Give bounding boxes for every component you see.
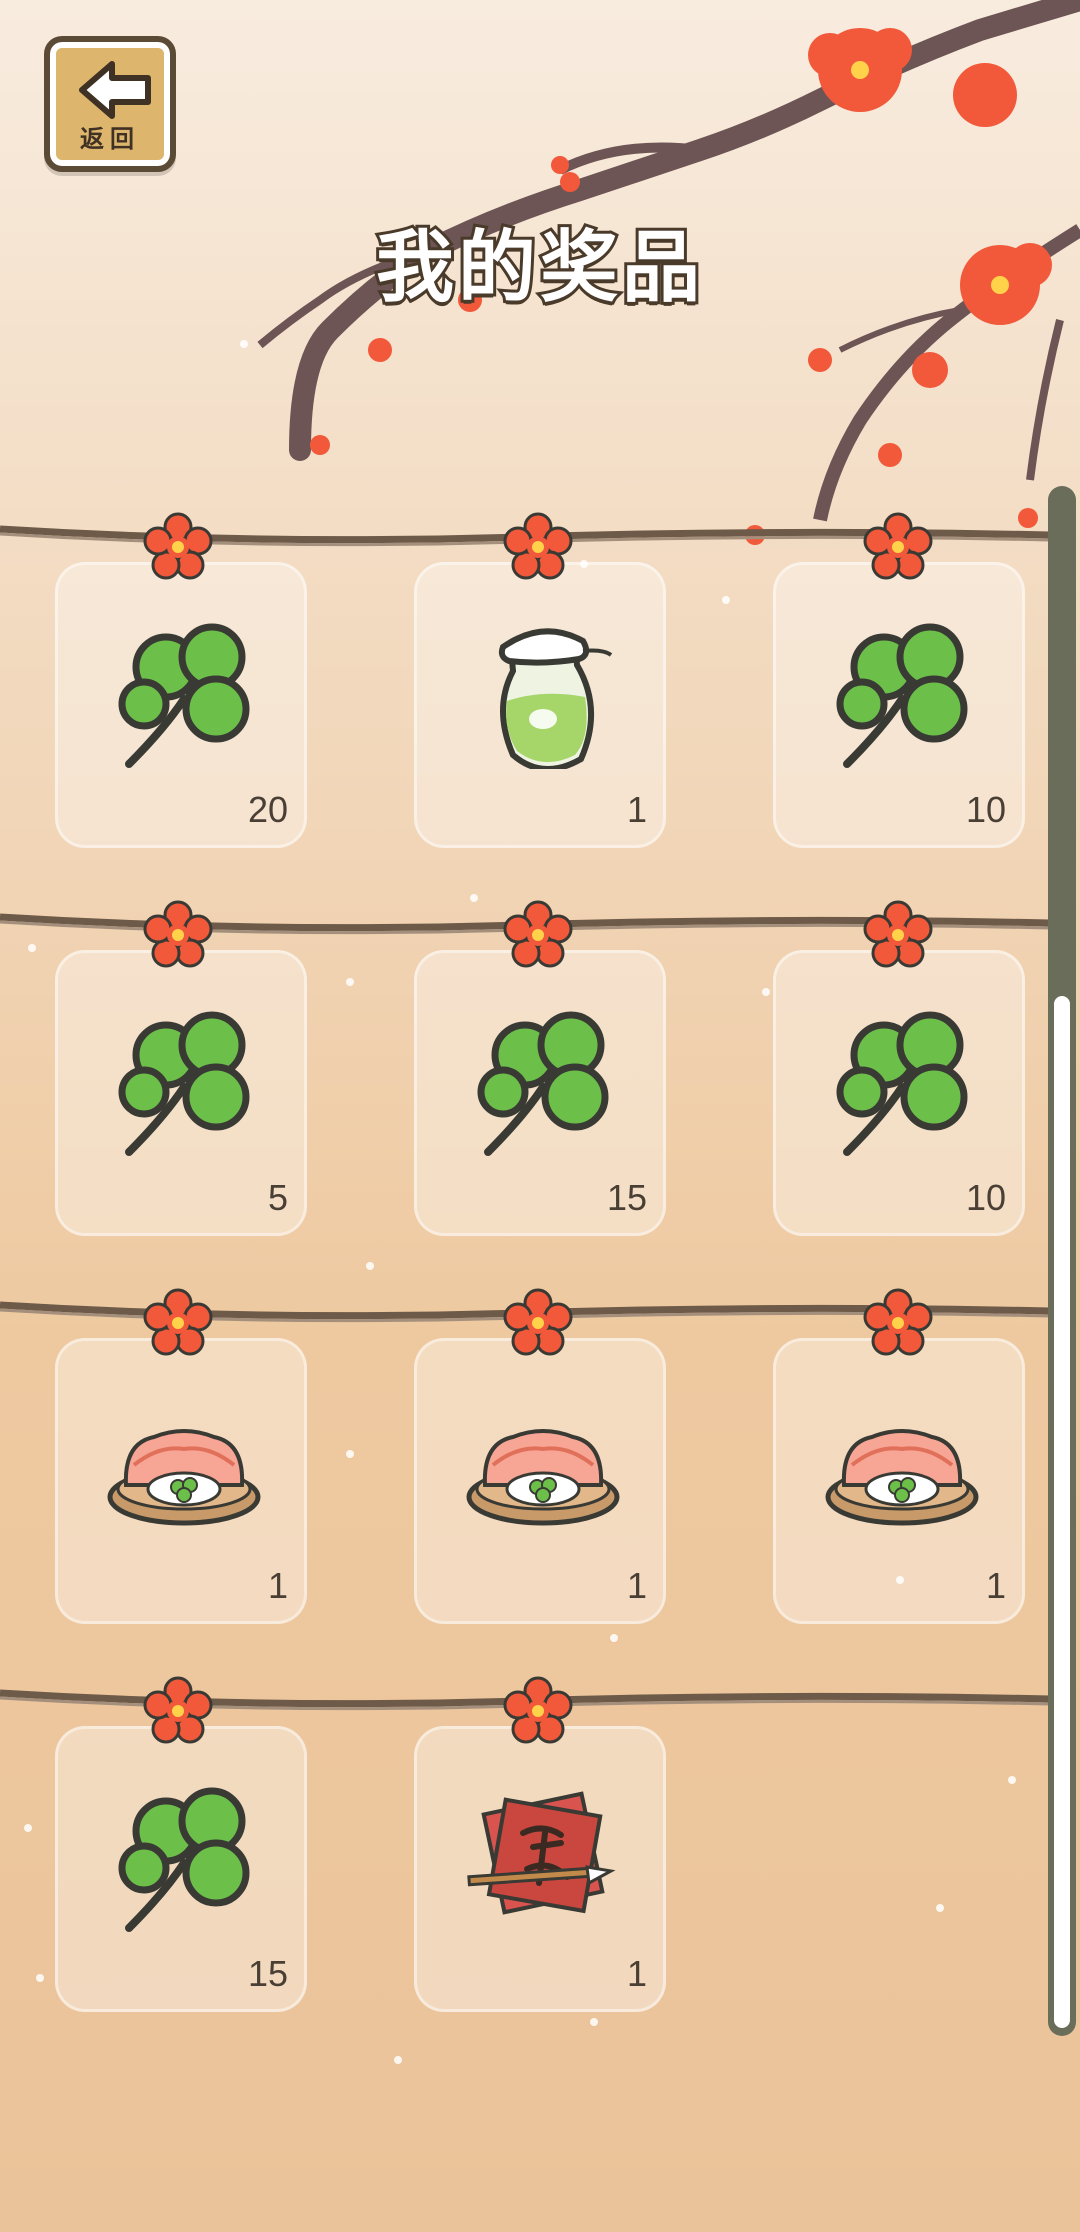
blossom-pin-icon	[503, 900, 573, 968]
back-label: 返回	[80, 125, 140, 153]
prize-card[interactable]: 1	[414, 1726, 666, 2012]
clover-icon	[477, 1011, 609, 1156]
prize-count: 10	[965, 789, 1006, 830]
prize-card[interactable]: 10	[773, 950, 1025, 1236]
prize-card[interactable]: 1	[414, 562, 666, 848]
snow-particle	[36, 1974, 44, 1982]
blossom-pin-icon	[143, 1676, 213, 1744]
blossom-pin-icon	[503, 1288, 573, 1356]
shrimp-platter-icon	[107, 1429, 261, 1526]
prize-count: 1	[267, 1565, 288, 1606]
scrollbar-thumb[interactable]	[1050, 992, 1074, 2032]
snow-particle	[590, 2018, 598, 2026]
snow-particle	[936, 1904, 944, 1912]
shrimp-platter-icon	[466, 1429, 620, 1526]
blossom-pin-icon	[143, 512, 213, 580]
snow-particle	[24, 1824, 32, 1832]
snow-particle	[896, 1576, 904, 1584]
prize-card[interactable]: 15	[55, 1726, 307, 2012]
prize-card[interactable]: 20	[55, 562, 307, 848]
prize-count: 1	[626, 789, 647, 830]
clover-icon	[836, 623, 968, 768]
prize-count: 20	[247, 789, 288, 830]
prize-card[interactable]: 1	[55, 1338, 307, 1624]
prize-count: 1	[626, 1953, 647, 1994]
prize-count: 5	[267, 1177, 288, 1218]
blossom-pin-icon	[863, 512, 933, 580]
blossom-pin-icon	[863, 1288, 933, 1356]
blossom-pin-icon	[863, 900, 933, 968]
snow-particle	[346, 978, 354, 986]
snow-particle	[346, 1450, 354, 1458]
blossom-pin-icon	[143, 1288, 213, 1356]
snow-particle	[394, 2056, 402, 2064]
back-arrow-icon	[79, 61, 151, 119]
clover-icon	[118, 1011, 250, 1156]
calligraphy-scroll-icon	[467, 1791, 616, 1915]
blossom-pin-icon	[143, 900, 213, 968]
snow-particle	[366, 1262, 374, 1270]
prize-count: 15	[247, 1953, 288, 1994]
prize-card[interactable]: 1	[414, 1338, 666, 1624]
prize-count: 15	[606, 1177, 647, 1218]
snow-particle	[580, 560, 588, 568]
page-title: 我的奖品	[373, 220, 704, 316]
clover-icon	[836, 1011, 968, 1156]
juice-jar-icon	[498, 628, 613, 769]
blossom-pin-icon	[503, 1676, 573, 1744]
prize-card[interactable]: 5	[55, 950, 307, 1236]
clover-icon	[118, 623, 250, 768]
snow-particle	[470, 894, 478, 902]
snow-particle	[722, 596, 730, 604]
prize-card[interactable]: 10	[773, 562, 1025, 848]
snow-particle	[240, 340, 248, 348]
clover-icon	[118, 1787, 250, 1932]
back-button[interactable]: 返回	[44, 36, 176, 172]
prize-card[interactable]: 15	[414, 950, 666, 1236]
shrimp-platter-icon	[825, 1429, 979, 1526]
prize-count: 1	[626, 1565, 647, 1606]
snow-particle	[762, 988, 770, 996]
snow-particle	[28, 944, 36, 952]
snow-particle	[610, 1634, 618, 1642]
snow-particle	[1008, 1776, 1016, 1784]
blossom-pin-icon	[503, 512, 573, 580]
prize-count: 1	[985, 1565, 1006, 1606]
prize-count: 10	[965, 1177, 1006, 1218]
